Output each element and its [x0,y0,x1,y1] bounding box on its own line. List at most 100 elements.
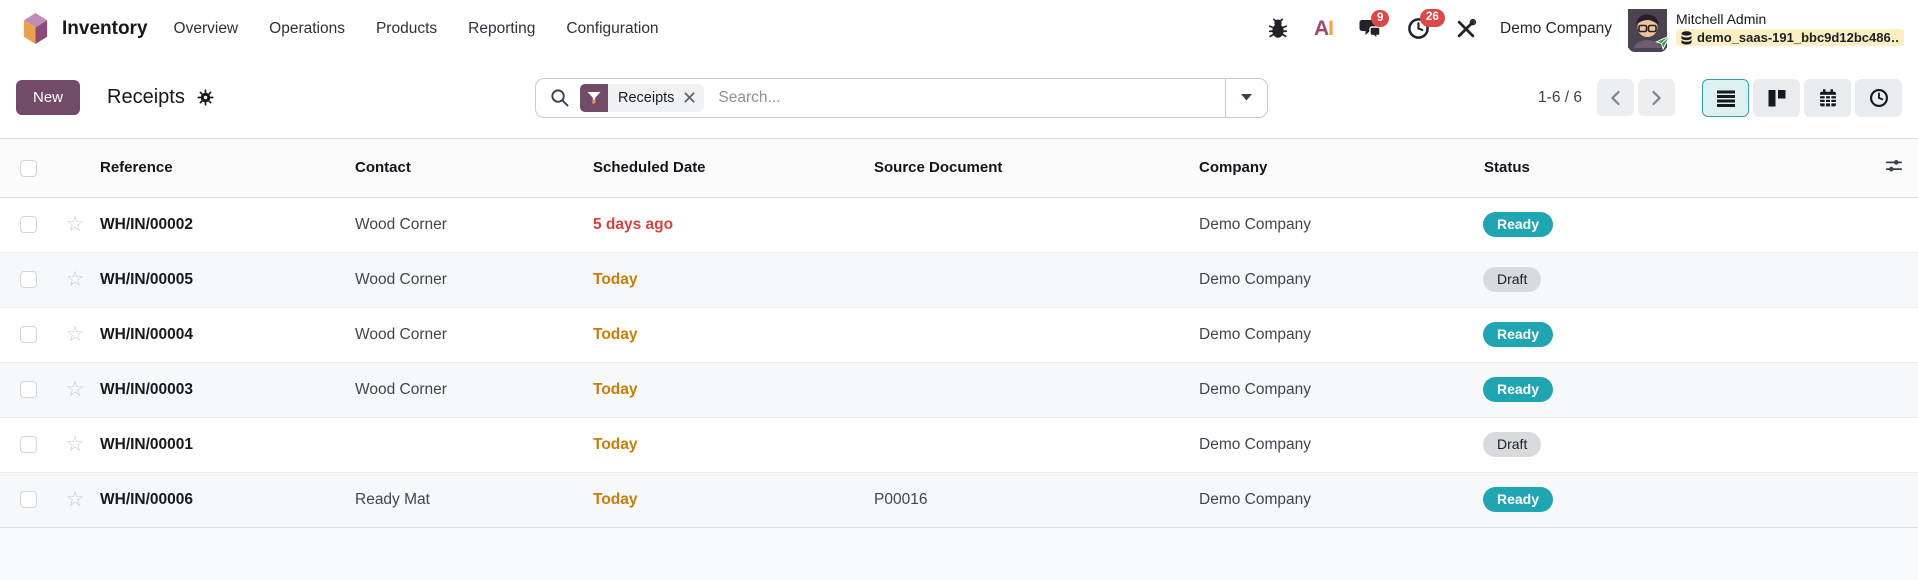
debug-bug-icon[interactable] [1267,18,1289,40]
row-checkbox[interactable] [19,490,37,508]
filter-funnel-icon [580,83,608,112]
database-icon [1681,31,1692,45]
cell-reference: WH/IN/00006 [100,490,194,508]
calendar-view-icon [1819,88,1836,106]
status-badge: Ready [1483,486,1554,513]
row-checkbox[interactable] [19,435,37,453]
menu-operations[interactable]: Operations [269,20,345,38]
pager-and-views: 1-6 / 6 [1538,78,1902,117]
column-header-company[interactable]: Company [1193,139,1478,198]
view-switch-activity[interactable] [1855,78,1902,117]
cell-contact: Wood Corner [355,380,447,398]
view-switch-kanban[interactable] [1753,78,1800,117]
pager [1597,79,1675,116]
facet-remove-icon[interactable] [683,92,704,103]
app-name[interactable]: Inventory [62,18,148,40]
status-badge: Draft [1483,266,1542,293]
cell-reference: WH/IN/00004 [100,325,194,343]
column-header-source-document[interactable]: Source Document [868,139,1193,198]
favorite-star-icon[interactable]: ☆ [66,488,85,511]
inventory-app-icon[interactable] [20,12,51,45]
search-input[interactable]: Search... [718,89,1225,107]
column-header-contact[interactable]: Contact [349,139,587,198]
row-checkbox[interactable] [19,325,37,343]
table-header-row: Reference Contact Scheduled Date Source … [0,139,1918,198]
view-switch-list[interactable] [1702,78,1749,117]
database-badge[interactable]: demo_saas-191_bbc9d12bc486… [1676,29,1904,47]
cell-company: Demo Company [1199,490,1311,508]
table-row[interactable]: ☆ WH/IN/00003 Wood Corner Today Demo Com… [0,362,1918,417]
favorite-star-icon[interactable]: ☆ [66,268,85,291]
list-view-icon [1716,90,1735,107]
cell-company: Demo Company [1199,270,1311,288]
scheduled-date: Today [593,325,638,343]
activities-badge: 26 [1420,9,1445,27]
search-facet: Receipts [580,83,705,112]
ai-icon[interactable]: AI [1314,18,1334,39]
user-avatar[interactable] [1628,9,1672,58]
tools-icon[interactable] [1455,18,1477,40]
column-header-scheduled-date[interactable]: Scheduled Date [587,139,868,198]
cell-reference: WH/IN/00005 [100,270,194,288]
row-checkbox[interactable] [19,380,37,398]
plane-icon [1655,34,1672,51]
scheduled-date: Today [593,435,638,453]
database-name: demo_saas-191_bbc9d12bc486… [1697,30,1900,46]
company-switcher[interactable]: Demo Company [1500,20,1612,38]
column-header-status[interactable]: Status [1478,139,1870,198]
cell-contact: Ready Mat [355,490,430,508]
cell-company: Demo Company [1199,435,1311,453]
search-bar[interactable]: Receipts Search... [535,77,1268,118]
page-title: Receipts [107,86,185,108]
favorite-star-icon[interactable]: ☆ [66,323,85,346]
cell-reference: WH/IN/00002 [100,215,194,233]
menu-reporting[interactable]: Reporting [468,20,535,38]
settings-gear-icon[interactable] [197,89,214,106]
search-dropdown-toggle[interactable] [1225,78,1267,117]
activity-view-icon [1869,88,1888,107]
view-switcher [1702,78,1902,117]
receipts-list: Reference Contact Scheduled Date Source … [0,139,1918,528]
menu-configuration[interactable]: Configuration [566,20,658,38]
cell-company: Demo Company [1199,325,1311,343]
cell-company: Demo Company [1199,215,1311,233]
control-panel: New Receipts Receipts Search... 1-6 / 6 [0,57,1918,139]
favorite-star-icon[interactable]: ☆ [66,433,85,456]
table-row[interactable]: ☆ WH/IN/00001 Today Demo Company Draft [0,417,1918,472]
table-row[interactable]: ☆ WH/IN/00002 Wood Corner 5 days ago Dem… [0,197,1918,252]
pager-next-button[interactable] [1638,79,1675,116]
cell-reference: WH/IN/00003 [100,380,194,398]
scheduled-date: Today [593,270,638,288]
menu-overview[interactable]: Overview [174,20,239,38]
table-row[interactable]: ☆ WH/IN/00004 Wood Corner Today Demo Com… [0,307,1918,362]
pager-range[interactable]: 1-6 / 6 [1538,89,1582,107]
view-switch-calendar[interactable] [1804,78,1851,117]
new-button[interactable]: New [16,80,81,115]
messages-icon[interactable]: 9 [1358,9,1390,40]
top-navbar: Inventory Overview Operations Products R… [0,0,1918,58]
status-badge: Ready [1483,321,1554,348]
user-name: Mitchell Admin [1676,10,1767,27]
table-row[interactable]: ☆ WH/IN/00005 Wood Corner Today Demo Com… [0,252,1918,307]
column-sliders-icon [1885,159,1903,172]
row-checkbox[interactable] [19,215,37,233]
row-checkbox[interactable] [19,270,37,288]
activities-clock-icon[interactable]: 26 [1407,9,1445,40]
scheduled-date: Today [593,490,638,508]
pager-previous-button[interactable] [1597,79,1634,116]
column-header-reference[interactable]: Reference [94,139,349,198]
cell-contact: Wood Corner [355,215,447,233]
table-row[interactable]: ☆ WH/IN/00006 Ready Mat Today P00016 Dem… [0,472,1918,527]
cell-source-document: P00016 [874,490,928,508]
optional-columns-toggle[interactable] [1870,139,1918,198]
select-all-checkbox[interactable] [19,159,37,177]
cell-contact: Wood Corner [355,270,447,288]
scheduled-date: 5 days ago [593,215,674,233]
scheduled-date: Today [593,380,638,398]
user-menu[interactable]: Mitchell Admin demo_saas-191_bbc9d12bc48… [1676,11,1904,47]
favorite-star-icon[interactable]: ☆ [66,378,85,401]
favorite-column-header [56,139,94,198]
search-icon [550,88,569,107]
menu-products[interactable]: Products [376,20,437,38]
favorite-star-icon[interactable]: ☆ [66,213,85,236]
